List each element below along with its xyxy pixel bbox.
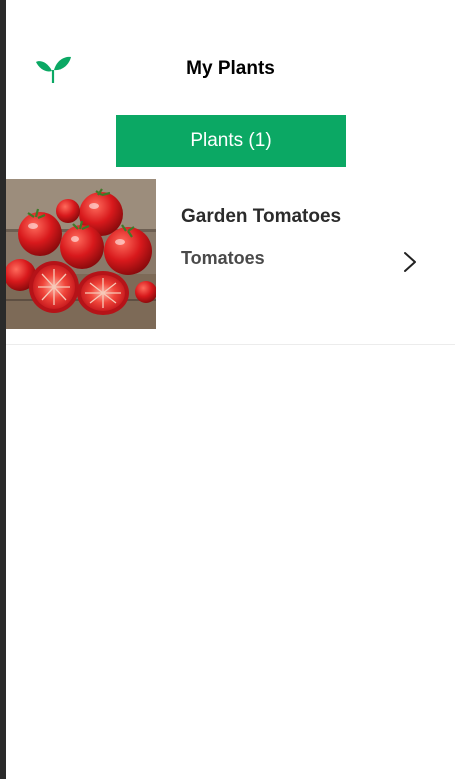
plant-type: Tomatoes <box>181 248 265 268</box>
app-header: My Plants <box>6 0 455 110</box>
page-title: My Plants <box>186 58 275 79</box>
window-left-edge <box>0 0 6 779</box>
plant-list-item[interactable]: Garden Tomatoes Tomatoes <box>6 178 455 345</box>
plant-name: Garden Tomatoes <box>181 206 342 227</box>
plant-thumbnail <box>6 179 156 329</box>
tab-plants[interactable]: Plants (1) <box>116 115 346 167</box>
chevron-right-icon[interactable] <box>402 250 418 274</box>
